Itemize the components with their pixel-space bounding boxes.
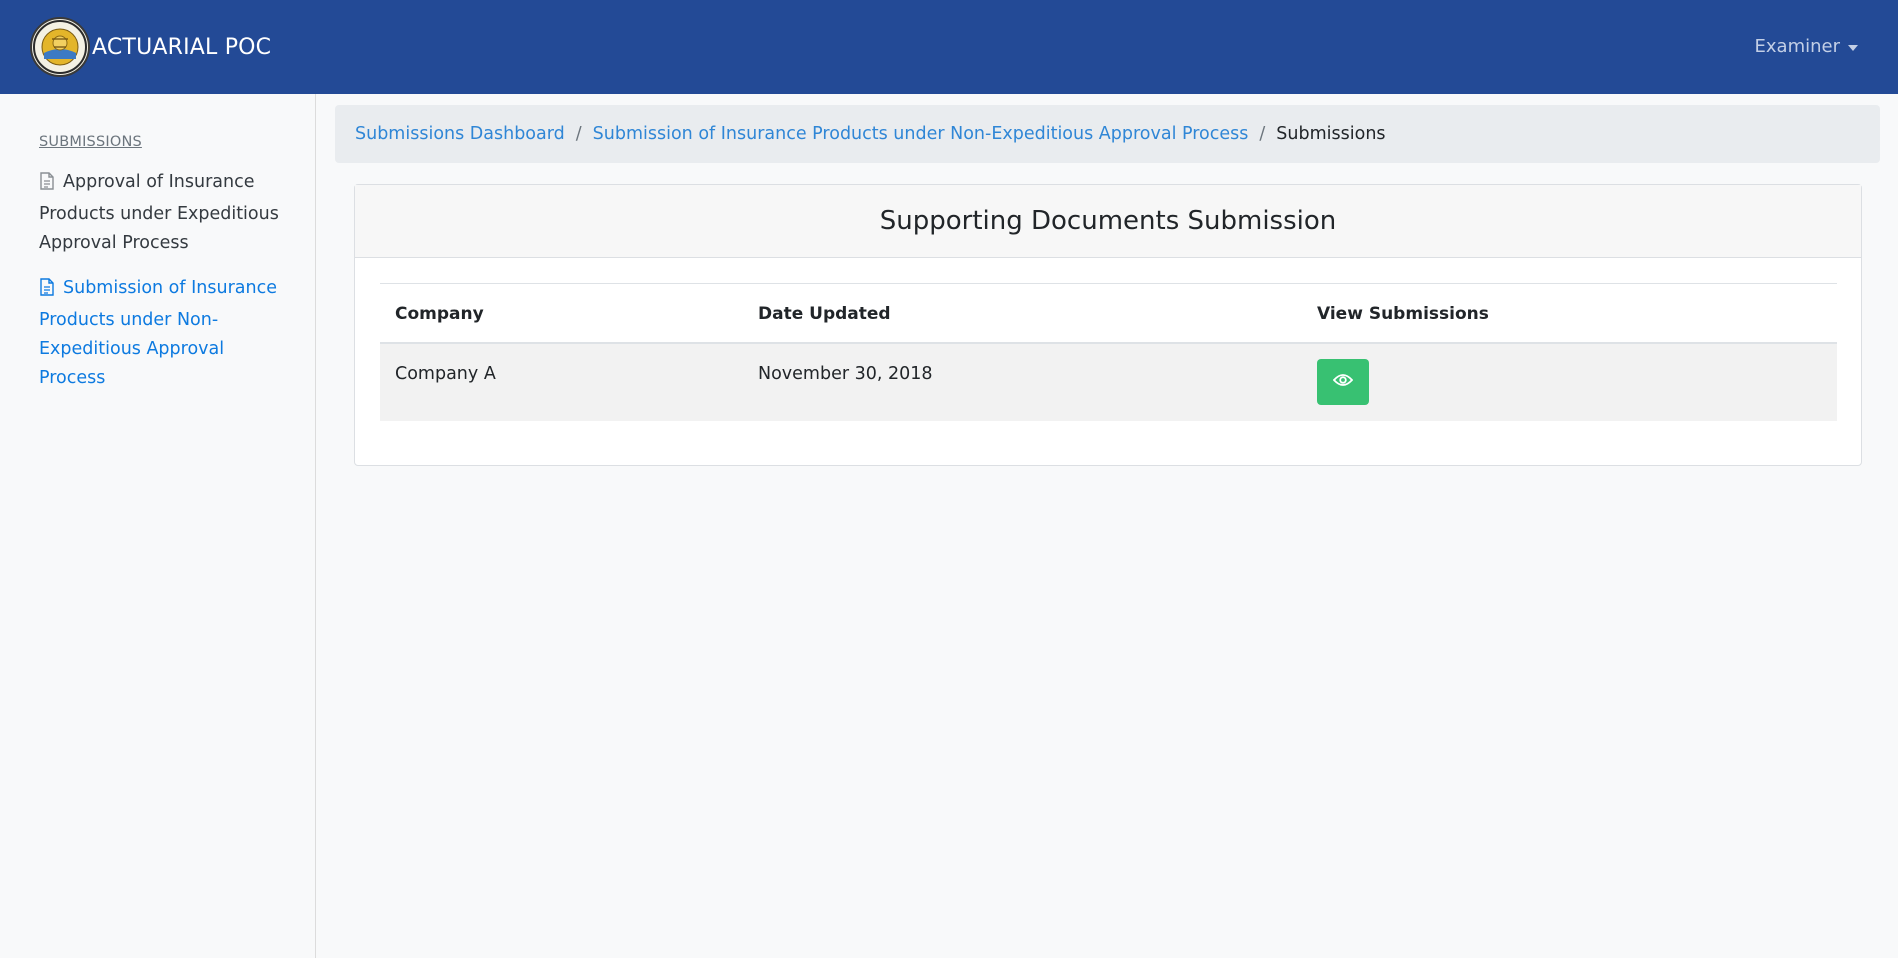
eye-icon [1332, 372, 1354, 392]
document-icon [39, 171, 55, 200]
user-menu-label: Examiner [1754, 36, 1840, 57]
card-title: Supporting Documents Submission [355, 185, 1861, 258]
document-icon [39, 277, 55, 306]
cell-company: Company A [395, 364, 496, 384]
sidebar-item-label: Approval of Insurance Products under Exp… [39, 172, 279, 253]
brand-title: ACTUARIAL POC [92, 34, 272, 60]
column-header-company: Company [395, 304, 484, 324]
sidebar-heading: SUBMISSIONS [39, 134, 142, 150]
breadcrumb-current: Submissions [1276, 124, 1386, 144]
column-header-date-updated: Date Updated [758, 304, 891, 324]
sidebar: SUBMISSIONS Approval of Insurance Produc… [0, 94, 316, 958]
submission-card: Supporting Documents Submission Company … [354, 184, 1862, 466]
view-submissions-button[interactable] [1317, 359, 1369, 405]
user-menu-dropdown[interactable]: Examiner [1755, 36, 1858, 57]
sidebar-item-non-expeditious[interactable]: Submission of Insurance Products under N… [39, 274, 289, 393]
column-header-view-submissions: View Submissions [1317, 304, 1489, 324]
breadcrumb-link-non-expeditious[interactable]: Submission of Insurance Products under N… [593, 124, 1249, 144]
cell-date-updated: November 30, 2018 [758, 364, 933, 384]
top-navbar: ACTUARIAL POC Examiner [0, 0, 1898, 94]
seal-logo [30, 17, 90, 77]
breadcrumb: Submissions Dashboard / Submission of In… [335, 105, 1880, 163]
breadcrumb-separator: / [1259, 124, 1266, 144]
table-row: Company A November 30, 2018 [380, 344, 1837, 421]
breadcrumb-separator: / [575, 124, 582, 144]
brand[interactable]: ACTUARIAL POC [30, 0, 271, 94]
sidebar-item-expeditious[interactable]: Approval of Insurance Products under Exp… [39, 168, 289, 258]
breadcrumb-link-dashboard[interactable]: Submissions Dashboard [355, 124, 565, 144]
sidebar-item-label: Submission of Insurance Products under N… [39, 278, 277, 388]
submissions-table: Company Date Updated View Submissions Co… [380, 283, 1837, 421]
table-header: Company Date Updated View Submissions [380, 283, 1837, 344]
caret-down-icon [1848, 44, 1858, 51]
